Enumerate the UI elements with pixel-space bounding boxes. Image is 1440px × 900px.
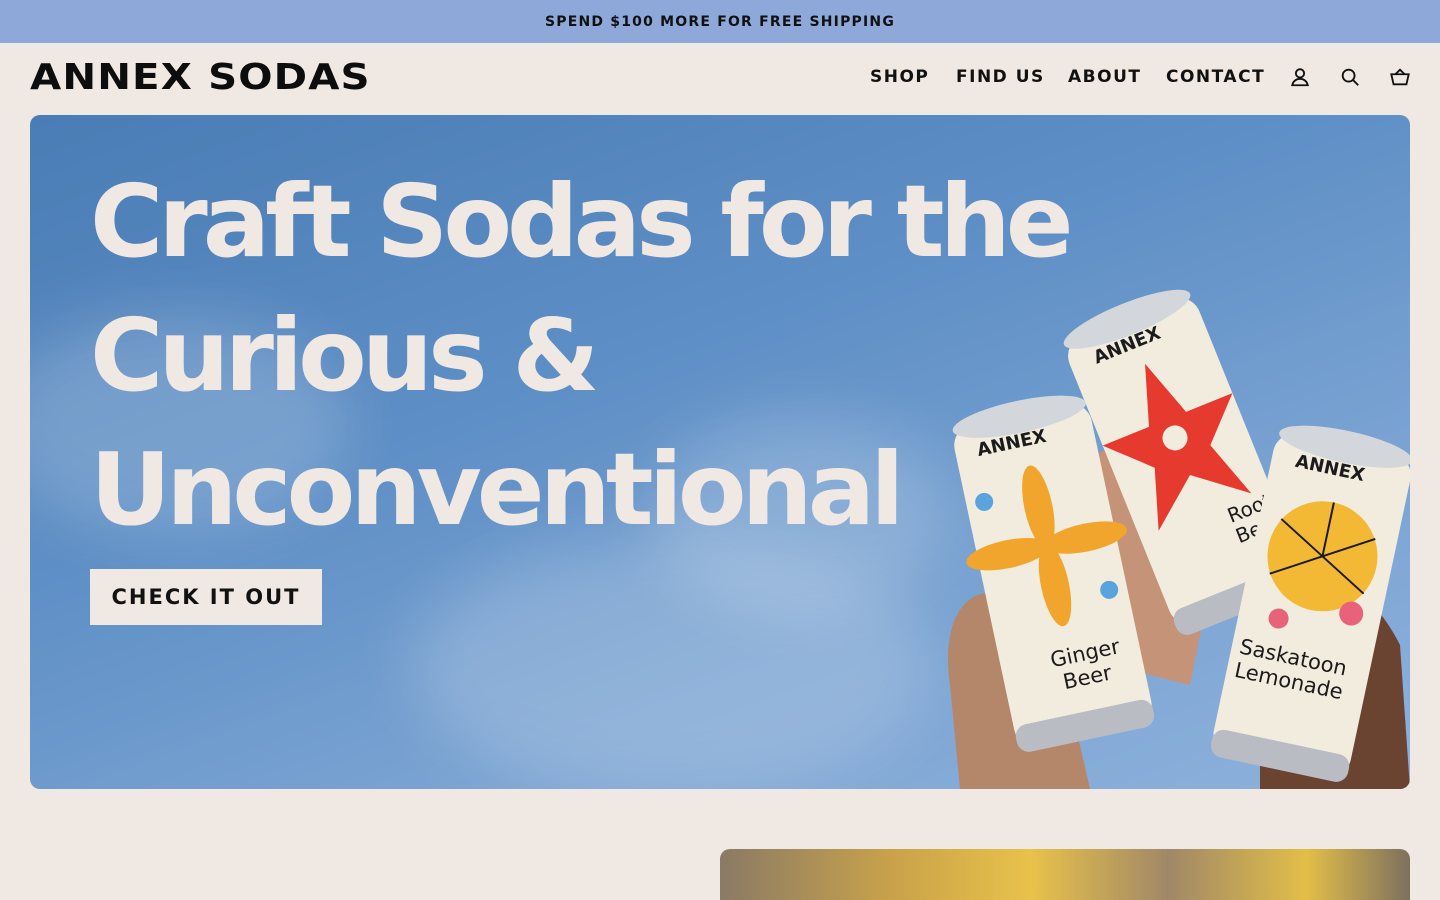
soda-cans-image: ANNEX Root Beer ANNEX Ginger Beer [948,289,1410,789]
nav-contact[interactable]: CONTACT [1166,65,1265,89]
announcement-text: SPEND $100 MORE FOR FREE SHIPPING [544,13,896,30]
nav-about[interactable]: ABOUT [1068,65,1141,89]
announcement-bar: SPEND $100 MORE FOR FREE SHIPPING [0,0,1440,43]
logo[interactable]: ANNEX SODAS [30,59,371,97]
nav-shop[interactable]: SHOP [870,65,929,89]
cart-icon[interactable] [1387,64,1413,90]
site-header: ANNEX SODAS SHOP FIND US ABOUT CONTACT [0,43,1440,115]
lemons-net-image [720,849,1410,900]
check-it-out-button[interactable]: CHECK IT OUT [90,569,322,625]
search-icon[interactable] [1337,64,1363,90]
hero-banner: Craft Sodas for the Curious & Unconventi… [30,115,1410,789]
hero-headline: Craft Sodas for the Curious & Unconventi… [90,163,1074,548]
nav-find-us[interactable]: FIND US [956,65,1045,89]
account-icon[interactable] [1287,64,1313,90]
